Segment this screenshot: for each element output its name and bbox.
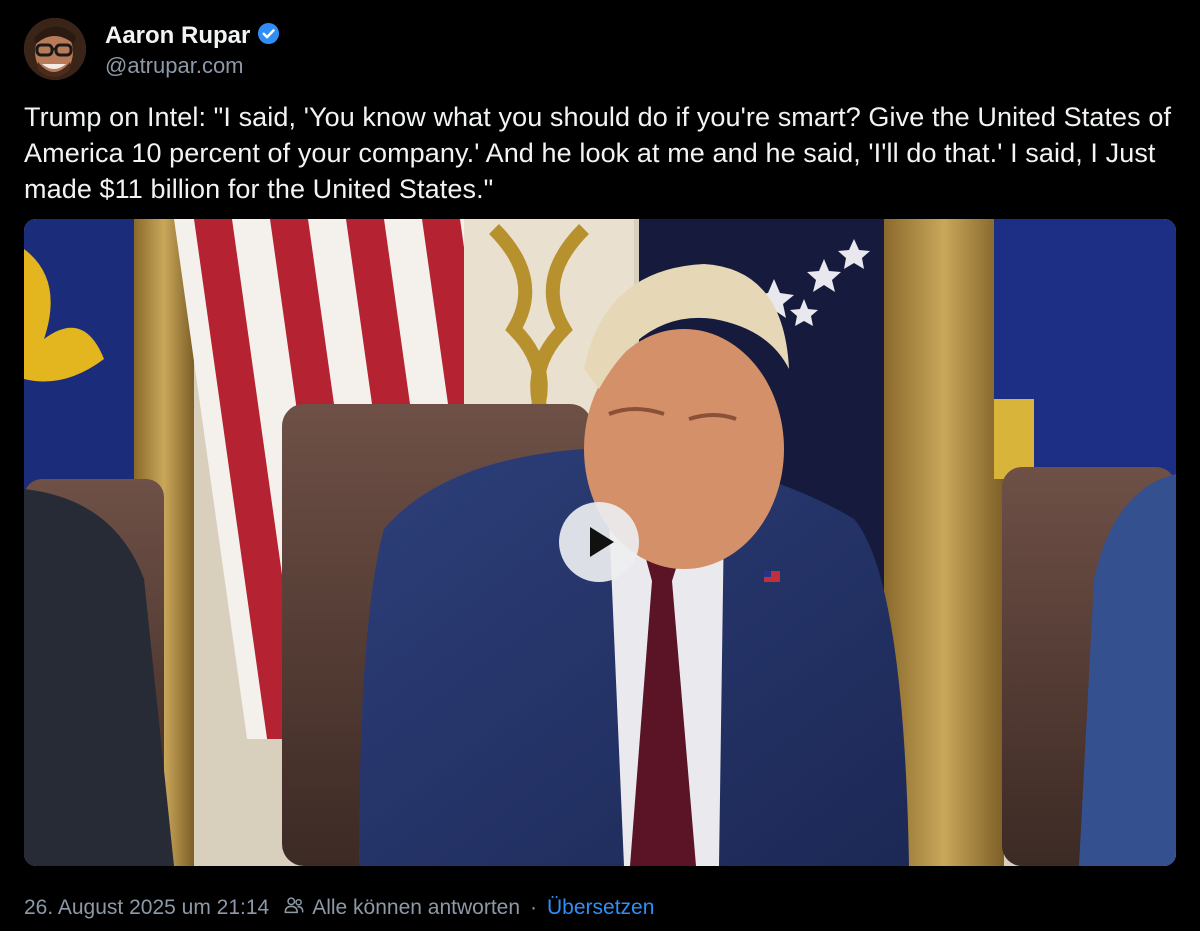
post-text: Trump on Intel: "I said, 'You know what …: [24, 102, 1172, 204]
author-handle[interactable]: @atrupar.com: [105, 53, 280, 79]
translate-link[interactable]: Übersetzen: [547, 896, 654, 920]
author-names: Aaron Rupar @atrupar.com: [105, 19, 280, 79]
post: Aaron Rupar @atrupar.com Trump on Intel:…: [0, 0, 1200, 931]
separator-dot: ·: [530, 896, 538, 919]
play-icon: [590, 527, 614, 557]
people-icon: [269, 894, 312, 922]
reply-setting: Alle können antworten: [312, 896, 521, 919]
display-name-row: Aaron Rupar: [105, 19, 280, 53]
video-player[interactable]: [24, 219, 1176, 866]
verified-badge-icon: [250, 22, 280, 50]
post-footer: 26. August 2025 um 21:14 Alle können ant…: [24, 894, 654, 922]
post-header: Aaron Rupar @atrupar.com: [24, 18, 280, 80]
avatar[interactable]: [24, 18, 86, 80]
post-timestamp[interactable]: 26. August 2025 um 21:14: [24, 896, 269, 920]
author-display-name[interactable]: Aaron Rupar: [105, 22, 250, 50]
play-button[interactable]: [559, 502, 639, 582]
